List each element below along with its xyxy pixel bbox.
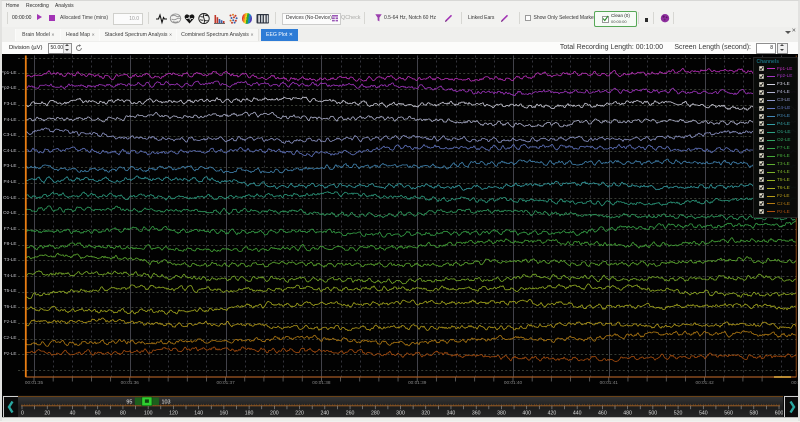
svg-text:180: 180 xyxy=(245,411,254,416)
svg-text:100: 100 xyxy=(144,411,153,416)
svg-text:20: 20 xyxy=(44,411,50,416)
svg-text:520: 520 xyxy=(674,411,683,416)
svg-text:160: 160 xyxy=(220,411,229,416)
svg-text:560: 560 xyxy=(724,411,733,416)
svg-text:40: 40 xyxy=(70,411,76,416)
svg-text:260: 260 xyxy=(346,411,355,416)
svg-text:540: 540 xyxy=(699,411,708,416)
svg-text:500: 500 xyxy=(649,411,658,416)
svg-text:400: 400 xyxy=(522,411,531,416)
svg-text:300: 300 xyxy=(396,411,405,416)
svg-text:600: 600 xyxy=(775,411,783,416)
svg-text:280: 280 xyxy=(371,411,380,416)
svg-text:340: 340 xyxy=(447,411,456,416)
svg-text:95: 95 xyxy=(126,399,132,405)
svg-text:460: 460 xyxy=(598,411,607,416)
svg-text:440: 440 xyxy=(573,411,582,416)
svg-text:240: 240 xyxy=(320,411,329,416)
svg-text:200: 200 xyxy=(270,411,279,416)
svg-text:103: 103 xyxy=(161,399,170,405)
svg-text:420: 420 xyxy=(548,411,557,416)
svg-text:140: 140 xyxy=(194,411,203,416)
svg-text:320: 320 xyxy=(421,411,430,416)
svg-text:0: 0 xyxy=(21,411,24,416)
svg-text:580: 580 xyxy=(749,411,758,416)
svg-text:360: 360 xyxy=(472,411,481,416)
svg-text:60: 60 xyxy=(95,411,101,416)
svg-text:80: 80 xyxy=(120,411,126,416)
svg-text:120: 120 xyxy=(169,411,178,416)
svg-text:220: 220 xyxy=(295,411,304,416)
svg-text:380: 380 xyxy=(497,411,506,416)
svg-text:480: 480 xyxy=(623,411,632,416)
